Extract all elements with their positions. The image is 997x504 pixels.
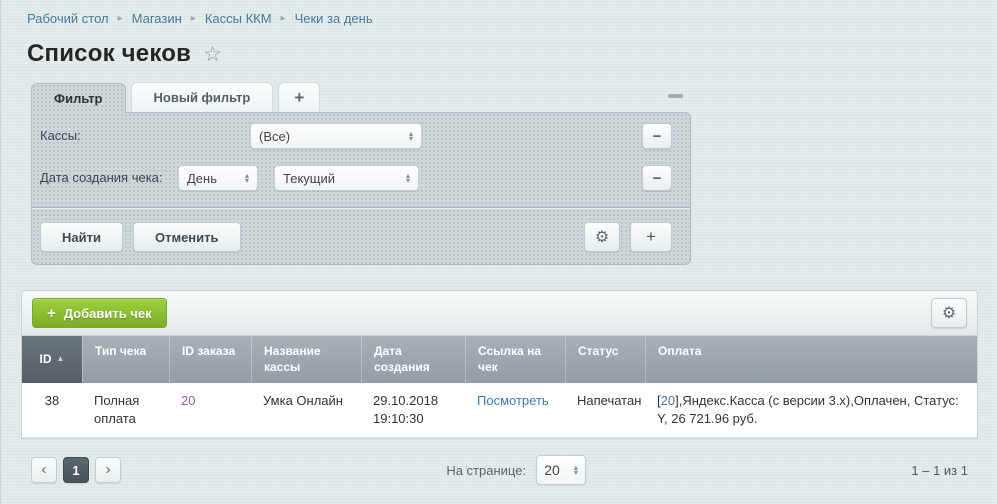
current-page-button[interactable]: 1 xyxy=(63,457,89,483)
table-row[interactable]: 38 Полная оплата 20 Умка Онлайн 29.10.20… xyxy=(22,383,977,438)
breadcrumb-link-shop[interactable]: Магазин xyxy=(132,11,182,26)
per-page-control: На странице: 20 ▴▾ xyxy=(446,455,586,485)
kassa-select-value: (Все) xyxy=(259,129,290,144)
grid-footer: ‹ 1 › На странице: 20 ▴▾ 1 – 1 из 1 xyxy=(21,449,978,491)
pagination: ‹ 1 › xyxy=(31,457,121,483)
column-header-kassa-name[interactable]: Название кассы xyxy=(251,336,361,383)
kassa-field-label: Кассы: xyxy=(40,123,250,145)
add-receipt-button[interactable]: + Добавить чек xyxy=(32,298,167,328)
add-receipt-label: Добавить чек xyxy=(64,306,152,321)
tab-filter[interactable]: Фильтр xyxy=(31,83,126,113)
cell-id: 38 xyxy=(22,383,82,437)
cell-status: Напечатан xyxy=(565,383,645,437)
column-header-payment[interactable]: Оплата xyxy=(645,336,977,383)
cell-kassa-name: Умка Онлайн xyxy=(251,383,361,437)
date-value-select[interactable]: Текущий ▴▾ xyxy=(274,165,419,191)
chevron-right-icon: ▸ xyxy=(118,14,123,24)
column-header-receipt-link[interactable]: Ссылка на чек xyxy=(465,336,565,383)
cell-payment: [20],Яндекс.Касса (с версии 3.х),Оплачен… xyxy=(645,383,977,437)
tab-new-filter[interactable]: Новый фильтр xyxy=(131,82,274,112)
remove-date-filter-button[interactable]: − xyxy=(642,165,672,191)
kassa-select[interactable]: (Все) ▴▾ xyxy=(250,123,422,149)
view-receipt-link[interactable]: Посмотреть xyxy=(477,393,549,408)
filter-row-date: Дата создания чека: День ▴▾ Текущий ▴▾ − xyxy=(32,165,690,191)
prev-page-button[interactable]: ‹ xyxy=(31,457,57,483)
tab-add-filter[interactable]: + xyxy=(278,82,320,112)
cell-order-id: 20 xyxy=(169,383,251,437)
date-period-select[interactable]: День ▴▾ xyxy=(178,165,258,191)
column-header-created[interactable]: Дата создания xyxy=(361,336,465,383)
date-value: Текущий xyxy=(283,171,335,186)
chevron-right-icon: ▸ xyxy=(281,14,286,24)
filter-tabs: Фильтр Новый фильтр + xyxy=(31,82,691,112)
chevron-right-icon: ▸ xyxy=(191,14,196,24)
receipts-table: ID ▲ Тип чека ID заказа Название кассы Д… xyxy=(21,336,978,439)
breadcrumb: Рабочий стол ▸ Магазин ▸ Кассы ККМ ▸ Чек… xyxy=(1,0,997,26)
filter-block: Фильтр Новый фильтр + Кассы: (Все) ▴▾ − … xyxy=(31,82,691,265)
cell-type: Полная оплата xyxy=(82,383,169,437)
cancel-button[interactable]: Отменить xyxy=(133,222,241,252)
page-title: Список чеков xyxy=(27,40,191,68)
sort-asc-icon: ▲ xyxy=(57,354,65,364)
grid-settings-button[interactable]: ⚙ xyxy=(931,298,967,328)
column-header-order-id[interactable]: ID заказа xyxy=(169,336,251,383)
select-stepper-icon: ▴▾ xyxy=(409,131,413,141)
title-row: Список чеков ☆ xyxy=(27,40,997,68)
column-header-status[interactable]: Статус xyxy=(565,336,645,383)
order-link[interactable]: 20 xyxy=(181,393,195,408)
next-page-button[interactable]: › xyxy=(95,457,121,483)
select-stepper-icon: ▴▾ xyxy=(245,173,249,183)
column-header-id[interactable]: ID ▲ xyxy=(22,336,82,383)
filter-panel: Кассы: (Все) ▴▾ − Дата создания чека: Де… xyxy=(31,112,691,265)
payment-order-link[interactable]: 20 xyxy=(661,393,675,408)
receipts-grid: + Добавить чек ⚙ ID ▲ Тип чека ID заказа… xyxy=(21,290,978,439)
table-header: ID ▲ Тип чека ID заказа Название кассы Д… xyxy=(22,336,977,383)
select-stepper-icon: ▴▾ xyxy=(574,465,578,475)
plus-icon: + xyxy=(47,305,56,322)
cell-receipt-link: Посмотреть xyxy=(465,383,565,437)
per-page-value: 20 xyxy=(544,462,560,478)
date-period-value: День xyxy=(187,171,217,186)
find-button[interactable]: Найти xyxy=(40,222,123,252)
breadcrumb-link-desktop[interactable]: Рабочий стол xyxy=(27,11,109,26)
filter-row-kassa: Кассы: (Все) ▴▾ − xyxy=(32,123,690,149)
filter-settings-button[interactable]: ⚙ xyxy=(584,222,620,252)
per-page-label: На странице: xyxy=(446,463,526,478)
breadcrumb-link-kkm[interactable]: Кассы ККМ xyxy=(205,11,272,26)
grid-toolbar: + Добавить чек ⚙ xyxy=(21,290,978,336)
remove-kassa-filter-button[interactable]: − xyxy=(642,123,672,149)
cell-created: 29.10.2018 19:10:30 xyxy=(361,383,465,437)
column-header-type[interactable]: Тип чека xyxy=(82,336,169,383)
breadcrumb-link-day-receipts[interactable]: Чеки за день xyxy=(295,11,373,26)
per-page-select[interactable]: 20 ▴▾ xyxy=(536,455,586,485)
gear-icon: ⚙ xyxy=(595,227,609,247)
favorite-star-icon[interactable]: ☆ xyxy=(203,42,222,67)
result-range-label: 1 – 1 из 1 xyxy=(911,463,968,478)
collapse-filter-icon[interactable] xyxy=(668,94,683,98)
payment-details-text: ],Яндекс.Касса (с версии 3.х),Оплачен, С… xyxy=(657,393,959,426)
filter-buttons-row: Найти Отменить ⚙ + xyxy=(32,209,690,252)
select-stepper-icon: ▴▾ xyxy=(406,173,410,183)
gear-icon: ⚙ xyxy=(942,303,956,323)
add-filter-field-button[interactable]: + xyxy=(630,222,672,252)
